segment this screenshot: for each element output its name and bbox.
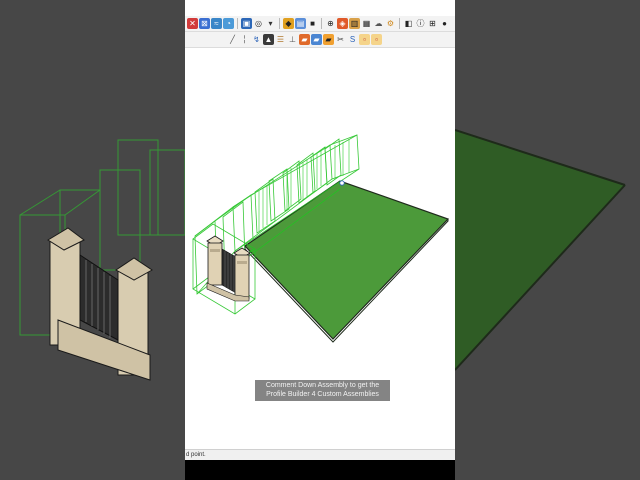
solid-tools-icon[interactable]: ◈ xyxy=(337,18,348,29)
user-icon[interactable]: ● xyxy=(439,18,450,29)
snake-icon[interactable]: S xyxy=(347,34,358,45)
caption-line-2: Profile Builder 4 Custom Assemblies xyxy=(266,391,379,398)
toolbar-separator xyxy=(237,18,238,29)
info-icon[interactable]: ⓘ xyxy=(415,18,426,29)
scissors-icon[interactable]: ✂ xyxy=(335,34,346,45)
fence-icon[interactable]: ⊥ xyxy=(287,34,298,45)
component-icon[interactable]: ◆ xyxy=(283,18,294,29)
tool-a-icon[interactable]: ▰ xyxy=(299,34,310,45)
pencil-icon[interactable]: ╱ xyxy=(227,34,238,45)
extension-icon[interactable]: ▥ xyxy=(349,18,360,29)
tool-b-icon[interactable]: ▰ xyxy=(311,34,322,45)
select-icon[interactable]: ✕ xyxy=(187,18,198,29)
bottom-letterbox xyxy=(185,460,455,480)
warehouse-icon[interactable]: ▦ xyxy=(361,18,372,29)
status-bar: d point. xyxy=(185,449,455,460)
layers-icon[interactable]: ▤ xyxy=(295,18,306,29)
caption-line-1: Comment Down Assembly to get the xyxy=(265,382,380,389)
left-backdrop-scene xyxy=(0,0,185,480)
square-b-icon[interactable]: ▫ xyxy=(371,34,382,45)
left-blurred-backdrop xyxy=(0,0,185,480)
main-toolbar: ✕ ⊠ ≈ ◔ ▣ ◎ ▾ ◆ ▤ ■ ⊕ ◈ ▥ ▦ ☁ ⚙ ◧ ⓘ ⊞ ● xyxy=(185,16,455,32)
arc-icon[interactable]: ◔ xyxy=(223,18,234,29)
status-bar-text: d point. xyxy=(186,452,206,458)
profile-builder-toolbar: ╱ ╎ ↯ ▲ ☰ ⊥ ▰ ▰ ▰ ✂ S ▫ ▫ xyxy=(185,32,455,48)
cloud-icon[interactable]: ☁ xyxy=(373,18,384,29)
toolbar-separator xyxy=(279,18,280,29)
right-blurred-backdrop xyxy=(455,0,640,480)
window-icon[interactable]: ◧ xyxy=(403,18,414,29)
video-caption: Comment Down Assembly to get the Profile… xyxy=(255,380,390,401)
cursor-marker-icon xyxy=(339,180,345,186)
orbit-icon[interactable]: ▾ xyxy=(265,18,276,29)
settings-icon[interactable]: ⚙ xyxy=(385,18,396,29)
sketchup-window: ✕ ⊠ ≈ ◔ ▣ ◎ ▾ ◆ ▤ ■ ⊕ ◈ ▥ ▦ ☁ ⚙ ◧ ⓘ ⊞ ● … xyxy=(185,0,455,480)
toolbar-separator xyxy=(321,18,322,29)
section-icon[interactable]: ⊕ xyxy=(325,18,336,29)
stairs-icon[interactable]: ☰ xyxy=(275,34,286,45)
toolbar-separator xyxy=(399,18,400,29)
line-icon[interactable]: ≈ xyxy=(211,18,222,29)
paint-icon[interactable]: ■ xyxy=(307,18,318,29)
pushpull-icon[interactable]: ◎ xyxy=(253,18,264,29)
tool-c-icon[interactable]: ▰ xyxy=(323,34,334,45)
assembly-icon[interactable]: ▲ xyxy=(263,34,274,45)
square-a-icon[interactable]: ▫ xyxy=(359,34,370,45)
brush-icon[interactable]: ╎ xyxy=(239,34,250,45)
shapes-icon[interactable]: ▣ xyxy=(241,18,252,29)
right-backdrop-scene xyxy=(455,0,640,480)
ground-plane[interactable] xyxy=(244,180,450,340)
eraser-icon[interactable]: ⊠ xyxy=(199,18,210,29)
profile-icon[interactable]: ↯ xyxy=(251,34,262,45)
cart-icon[interactable]: ⊞ xyxy=(427,18,438,29)
